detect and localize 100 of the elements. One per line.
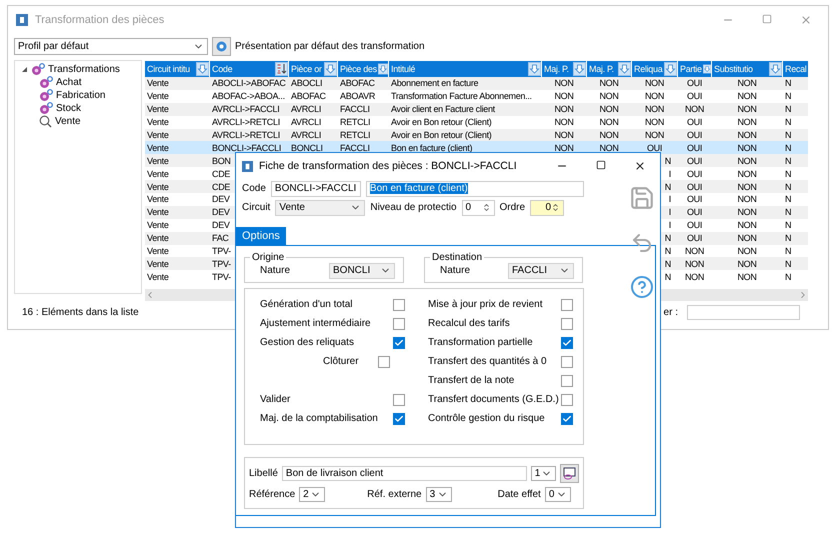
code-field[interactable]: BONCLI->FACCLI [270, 180, 361, 196]
column-header[interactable]: Reliqua [632, 60, 677, 76]
filter-arrow-icon[interactable] [324, 62, 337, 76]
filter-arrow-icon[interactable] [573, 62, 586, 76]
tree-item[interactable]: Achat [56, 77, 82, 88]
protection-field[interactable]: 0 [462, 200, 495, 216]
table-cell: NON [737, 142, 757, 154]
checkbox[interactable] [561, 298, 573, 310]
table-cell: OUI [686, 77, 702, 90]
table-cell: N [785, 154, 792, 167]
table-cell: OUI [686, 154, 702, 167]
close-icon[interactable] [634, 160, 646, 172]
spin-arrows-icon[interactable] [551, 203, 560, 212]
help-icon[interactable] [630, 275, 654, 299]
table-cell: NON [644, 103, 664, 116]
checkbox[interactable] [393, 336, 405, 348]
search-field[interactable] [687, 305, 800, 320]
profile-select[interactable]: Profil par défaut [14, 38, 208, 55]
column-header[interactable]: Pièce or [289, 60, 337, 76]
table-cell: N [785, 245, 792, 258]
column-header[interactable]: Circuit intitu [145, 60, 209, 76]
table-cell: DEV [212, 193, 230, 206]
checkbox[interactable] [393, 298, 405, 310]
tree-item[interactable]: Vente [55, 116, 81, 127]
table-cell: NON [554, 142, 574, 154]
presentation-label: Présentation par défaut des transformation [235, 41, 425, 52]
circuit-select[interactable]: Vente [275, 200, 366, 216]
table-cell: NON [737, 180, 757, 193]
table-cell: N [785, 103, 792, 116]
table-cell: Vente [147, 206, 169, 218]
undo-icon[interactable] [630, 231, 654, 255]
filter-arrow-icon[interactable] [528, 62, 541, 76]
checkbox[interactable] [393, 412, 405, 424]
table-cell: TPV- [212, 270, 231, 283]
table-cell: Vente [147, 180, 169, 193]
checkbox[interactable] [561, 394, 573, 406]
column-header[interactable]: Maj. P. [542, 60, 586, 76]
comment-button[interactable] [560, 464, 579, 483]
table-cell: NON [554, 103, 574, 116]
table-cell: FACCLI [340, 142, 370, 154]
table-cell: NON [554, 129, 574, 141]
table-cell: NON [737, 193, 757, 206]
column-header[interactable]: Substitutio [712, 60, 782, 76]
filter-arrow-icon[interactable] [664, 62, 677, 76]
table-cell: BONCLI [291, 142, 323, 154]
column-header[interactable]: Pièce des [338, 60, 388, 76]
date-effet-select[interactable]: 0 [544, 487, 571, 502]
table-cell: CDE [212, 168, 230, 180]
filter-arrow-icon[interactable] [769, 62, 782, 76]
intitule-field[interactable]: Bon en facture (client) [366, 180, 584, 196]
option-label: Mise à jour prix de revient [428, 299, 542, 310]
nature-select[interactable]: FACCLI [508, 262, 574, 278]
tree-item[interactable]: Fabrication [56, 90, 106, 101]
table-cell: AVRCLI [291, 116, 322, 128]
table-cell: NON [737, 77, 757, 90]
table-cell: N [664, 270, 671, 283]
maximize-icon[interactable] [596, 160, 606, 170]
libelle-field[interactable]: Bon de livraison client [282, 466, 527, 481]
sort-icon[interactable] [275, 62, 288, 76]
tree-item[interactable]: Stock [56, 103, 82, 114]
save-icon[interactable] [629, 185, 655, 211]
table-cell: Vente [147, 129, 169, 141]
table-cell: N [664, 258, 671, 270]
column-header[interactable]: Partie [678, 60, 711, 76]
expanded-arrow-icon[interactable] [21, 66, 28, 73]
checkbox[interactable] [561, 412, 573, 424]
column-header[interactable]: Code [210, 60, 288, 76]
filter-arrow-icon[interactable] [618, 62, 631, 76]
checkbox[interactable] [561, 356, 573, 368]
table-cell: NON [737, 206, 757, 218]
table-cell: NON [684, 270, 704, 283]
column-header[interactable]: Recal [783, 60, 808, 76]
checkbox[interactable] [561, 336, 573, 348]
options-tab[interactable]: Options [236, 227, 286, 245]
reference-select[interactable]: 2 [299, 487, 326, 502]
table-cell: DEV [212, 206, 230, 218]
table-cell: OUI [686, 180, 702, 193]
checkbox[interactable] [393, 318, 405, 330]
table-cell: NON [737, 232, 757, 244]
ordre-field[interactable]: 0 [530, 200, 564, 216]
checkbox[interactable] [561, 318, 573, 330]
column-header[interactable]: Maj. P. [587, 60, 631, 76]
table-cell: NON [737, 168, 757, 180]
table-cell: Abonnement en facture [391, 77, 478, 90]
table-cell: OUI [646, 142, 662, 154]
libelle-select[interactable]: 1 [530, 466, 556, 481]
checkbox[interactable] [561, 374, 573, 386]
ref-externe-select[interactable]: 3 [426, 487, 452, 502]
tree-item[interactable]: Transformations [48, 64, 120, 75]
checkbox[interactable] [378, 356, 390, 368]
option-label: Valider [260, 394, 290, 405]
column-header[interactable]: Intitulé [389, 60, 541, 76]
table-cell: NON [737, 129, 757, 141]
spin-arrows-icon[interactable] [482, 203, 491, 212]
checkbox[interactable] [393, 394, 405, 406]
table-cell: NON [599, 116, 619, 128]
option-label: Transfert documents (G.E.D.) [428, 394, 559, 405]
filter-arrow-icon[interactable] [196, 62, 209, 76]
nature-select[interactable]: BONCLI [329, 262, 395, 278]
presentation-button[interactable] [212, 37, 231, 56]
